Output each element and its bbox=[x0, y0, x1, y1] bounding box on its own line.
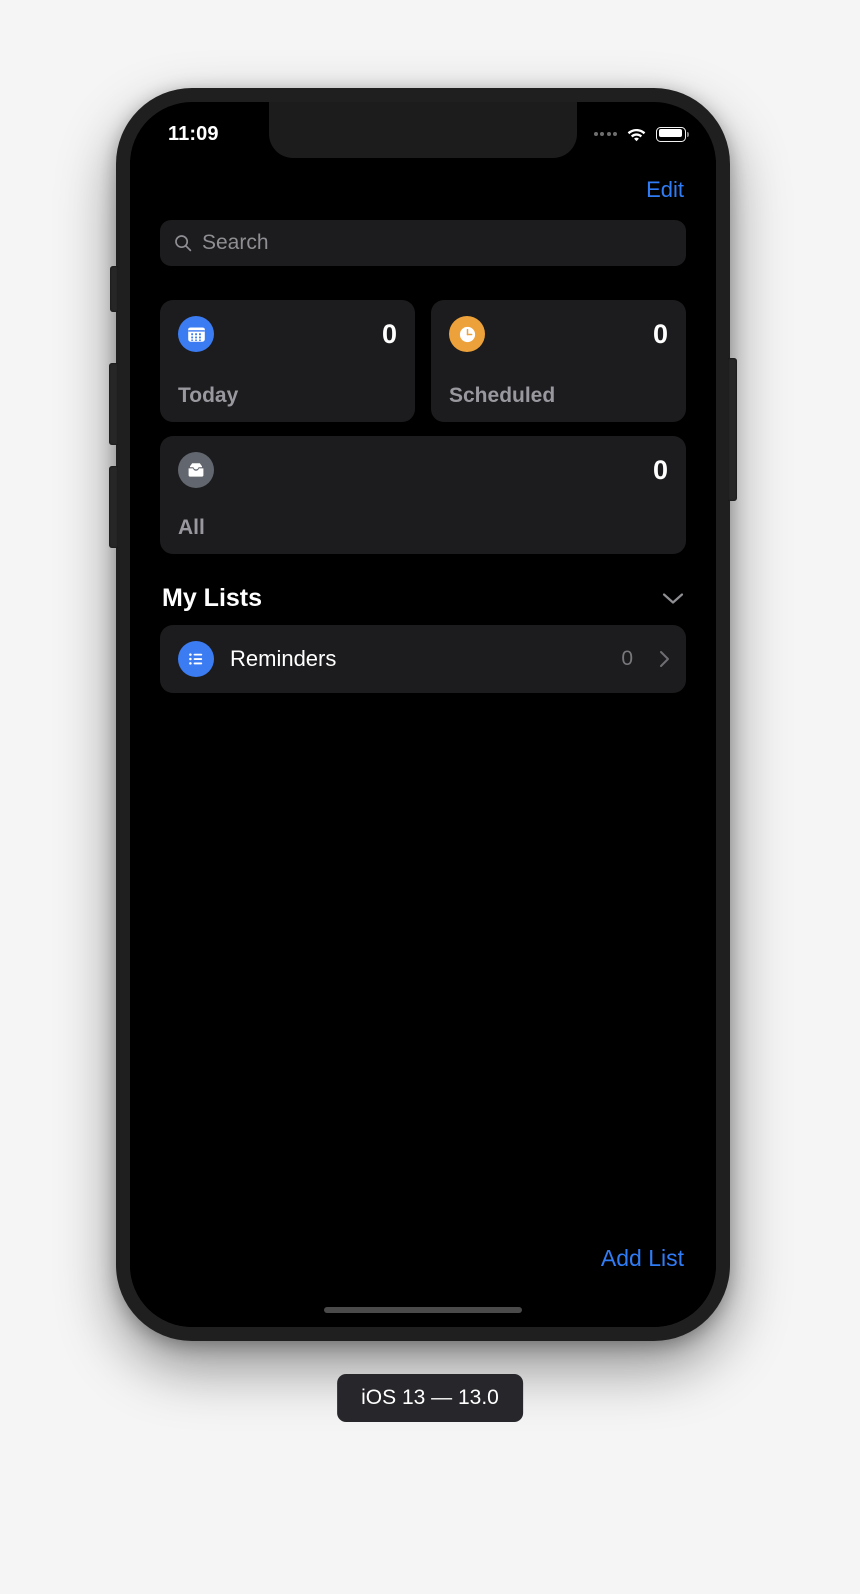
search-bar[interactable] bbox=[160, 220, 686, 266]
smart-list-card-scheduled[interactable]: 0 Scheduled bbox=[431, 300, 686, 422]
screenshot-stage: 11:09 Edit Search 0 Today 0 Scheduled 0 … bbox=[0, 0, 860, 1594]
card-label-scheduled: Scheduled bbox=[449, 384, 556, 407]
my-lists-group: Reminders 0 bbox=[160, 625, 686, 693]
card-header-all: 0 bbox=[178, 452, 668, 488]
smart-list-card-today[interactable]: 0 Today bbox=[160, 300, 415, 422]
add-list-button[interactable]: Add List bbox=[601, 1245, 684, 1272]
signal-dots-icon bbox=[593, 132, 617, 136]
card-count-scheduled: 0 bbox=[652, 318, 668, 349]
search-icon bbox=[175, 235, 192, 252]
inbox-tray-icon-badge bbox=[178, 452, 214, 488]
clock-icon-badge bbox=[449, 316, 485, 352]
status-bar: 11:09 bbox=[130, 102, 716, 160]
edit-button[interactable]: Edit bbox=[646, 177, 684, 203]
silent-switch-button[interactable] bbox=[110, 266, 118, 312]
search-container bbox=[130, 220, 716, 266]
status-bar-indicators bbox=[593, 126, 689, 142]
phone-screen: 11:09 Edit Search 0 Today 0 Scheduled 0 … bbox=[130, 102, 716, 1327]
smart-lists-top-row: 0 Today 0 Scheduled bbox=[130, 266, 716, 422]
volume-up-button[interactable] bbox=[109, 363, 118, 445]
chevron-right-icon bbox=[660, 651, 669, 667]
chevron-down-icon[interactable] bbox=[662, 592, 684, 605]
bullet-list-icon-badge bbox=[178, 641, 214, 677]
card-count-all: 0 bbox=[652, 454, 668, 485]
search-input[interactable] bbox=[202, 231, 672, 255]
home-indicator-area bbox=[130, 1293, 716, 1327]
phone-device-frame: 11:09 Edit Search 0 Today 0 Scheduled 0 … bbox=[109, 88, 737, 1341]
volume-down-button[interactable] bbox=[109, 466, 118, 548]
status-bar-time: 11:09 bbox=[168, 122, 219, 145]
my-lists-section-header: My Lists bbox=[130, 554, 716, 625]
bullet-list-icon bbox=[189, 653, 203, 665]
calendar-icon bbox=[187, 327, 205, 342]
inbox-tray-icon bbox=[188, 463, 204, 477]
bottom-toolbar: Add List bbox=[130, 1223, 716, 1293]
card-label-today: Today bbox=[178, 384, 239, 407]
battery-full-icon bbox=[656, 126, 689, 142]
calendar-icon-badge bbox=[178, 316, 214, 352]
wifi-icon bbox=[627, 128, 646, 141]
power-button[interactable] bbox=[728, 358, 737, 501]
caption-badge: iOS 13 — 13.0 bbox=[337, 1374, 523, 1422]
smart-list-card-all[interactable]: 0 All bbox=[160, 436, 686, 554]
clock-icon bbox=[459, 326, 475, 342]
home-indicator[interactable] bbox=[324, 1307, 522, 1313]
card-header-scheduled: 0 bbox=[449, 316, 668, 352]
navigation-bar: Edit bbox=[130, 160, 716, 220]
list-item-name: Reminders bbox=[230, 646, 337, 671]
card-count-today: 0 bbox=[381, 318, 397, 349]
card-header-today: 0 bbox=[178, 316, 397, 352]
card-label-all: All bbox=[178, 516, 205, 539]
list-item[interactable]: Reminders 0 bbox=[160, 625, 686, 693]
my-lists-title: My Lists bbox=[162, 584, 263, 612]
list-item-count: 0 bbox=[621, 647, 633, 670]
reminders-app: Edit Search 0 Today 0 Scheduled 0 All My… bbox=[130, 160, 716, 1327]
